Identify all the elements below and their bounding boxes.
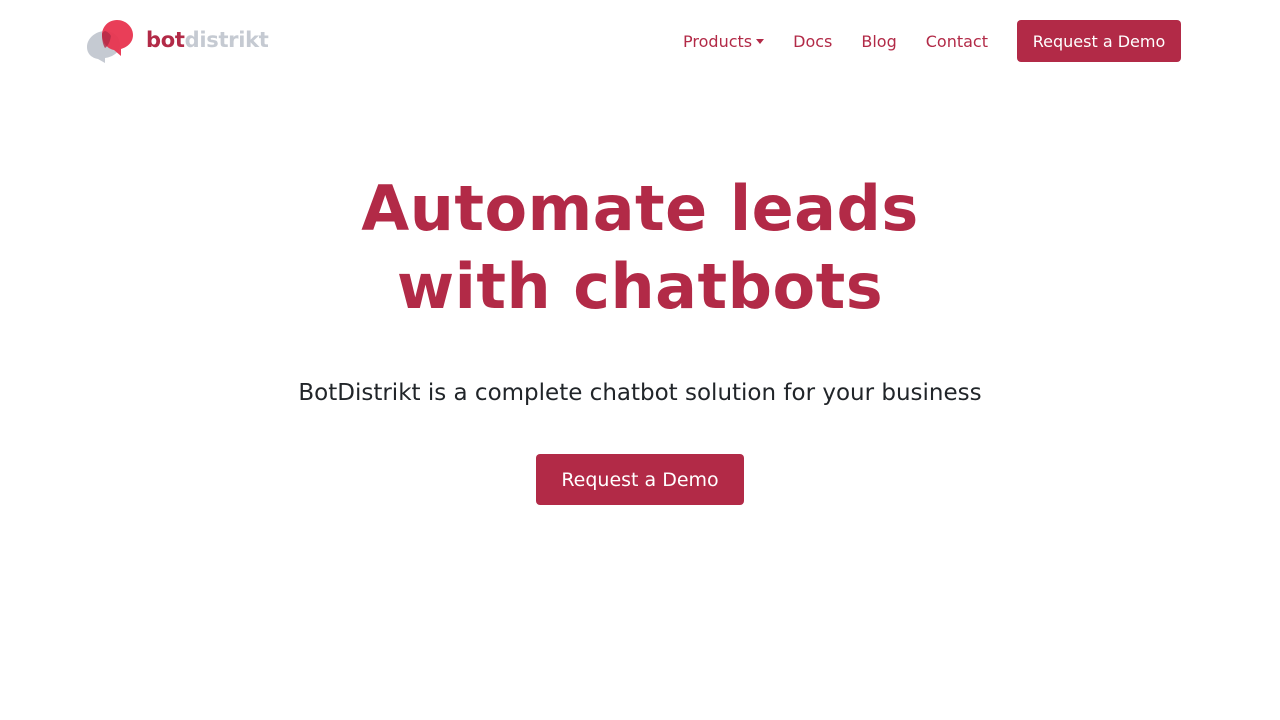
hero-title-line2: with chatbots <box>396 250 884 323</box>
hero-title-line1: Automate leads <box>361 172 919 245</box>
nav-request-demo-button[interactable]: Request a Demo <box>1017 20 1181 62</box>
nav-docs-link[interactable]: Docs <box>793 32 832 51</box>
hero-section: Automate leads with chatbots BotDistrikt… <box>0 170 1280 505</box>
nav-blog-link[interactable]: Blog <box>861 32 896 51</box>
brand-wordmark-bot: bot <box>146 28 185 52</box>
nav-contact-link[interactable]: Contact <box>926 32 988 51</box>
brand-wordmark-distrikt: distrikt <box>184 28 269 52</box>
brand-wordmark: botdistrikt <box>146 28 269 52</box>
hero-request-demo-button[interactable]: Request a Demo <box>536 454 744 505</box>
caret-down-icon <box>756 39 765 44</box>
nav-links: Products Docs Blog Contact Request a Dem… <box>683 20 1181 62</box>
nav-products-dropdown[interactable]: Products <box>683 31 765 51</box>
nav-products-label: Products <box>683 31 753 51</box>
brand-logo-link[interactable]: botdistrikt <box>86 18 269 64</box>
hero-subtitle: BotDistrikt is a complete chatbot soluti… <box>298 380 982 406</box>
hero-title: Automate leads with chatbots <box>0 170 1280 326</box>
top-navbar: botdistrikt Products Docs Blog Contact R… <box>0 0 1280 84</box>
speech-bubbles-logo-icon <box>87 20 133 63</box>
